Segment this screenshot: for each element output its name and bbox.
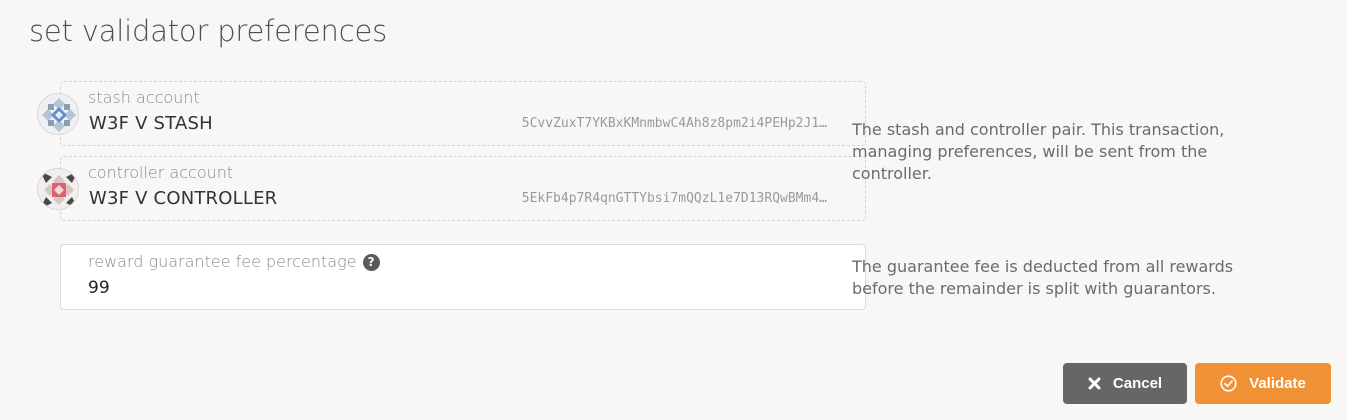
fee-help-text: The guarantee fee is deducted from all r… [852, 257, 1234, 298]
cancel-button[interactable]: Cancel [1063, 363, 1187, 404]
controller-account-field[interactable]: controller account W3F V CONTROLLER 5EkF… [60, 156, 866, 221]
controller-identicon [37, 168, 79, 210]
validate-label: Validate [1249, 375, 1306, 392]
modal-title: set validator preferences [29, 14, 388, 48]
stash-account-field[interactable]: stash account W3F V STASH 5CvvZuxT7YKBxK… [60, 81, 866, 146]
question-icon[interactable]: ? [362, 254, 380, 271]
stash-account-address: 5CvvZuxT7YKBxKMnmbwC4Ah8z8pm2i4PEHp2J1… [521, 116, 827, 131]
stash-account-name: W3F V STASH [89, 113, 213, 134]
stash-account-label: stash account [88, 88, 200, 107]
reward-fee-input[interactable]: 99 [88, 278, 110, 298]
controller-account-address: 5EkFb4p7R4qnGTTYbsi7mQQzL1e7D13RQwBMm4… [521, 191, 827, 206]
cancel-label: Cancel [1112, 375, 1163, 392]
accounts-help-text: The stash and controller pair. This tran… [852, 120, 1225, 183]
reward-fee-label: reward guarantee fee percentage? [88, 252, 380, 271]
reward-fee-field[interactable]: reward guarantee fee percentage? 99 [60, 244, 866, 310]
reward-fee-label-text: reward guarantee fee percentage [88, 252, 357, 271]
controller-account-label: controller account [88, 163, 234, 182]
validate-button[interactable]: Validate [1195, 363, 1331, 404]
close-icon [1088, 377, 1101, 390]
controller-account-name: W3F V CONTROLLER [89, 188, 278, 209]
check-circle-icon [1220, 375, 1237, 392]
stash-identicon [37, 93, 79, 135]
